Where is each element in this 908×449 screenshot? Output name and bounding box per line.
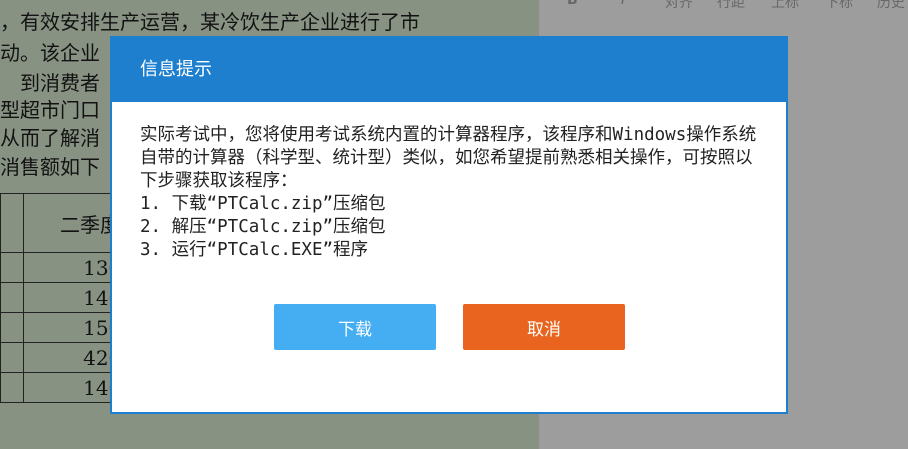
dialog-step: 3. 运行“PTCalc.EXE”程序 — [140, 240, 369, 260]
dialog-body: 实际考试中，您将使用考试系统内置的计算器程序，该程序和Windows操作系统自带… — [112, 102, 786, 262]
dialog-step: 2. 解压“PTCalc.zip”压缩包 — [140, 217, 386, 237]
dialog-step: 1. 下载“PTCalc.zip”压缩包 — [140, 194, 386, 214]
cancel-button[interactable]: 取消 — [463, 304, 625, 350]
dialog-message: 实际考试中，您将使用考试系统内置的计算器程序，该程序和Windows操作系统自带… — [140, 125, 757, 191]
info-dialog: 信息提示 实际考试中，您将使用考试系统内置的计算器程序，该程序和Windows操… — [110, 36, 788, 414]
download-button[interactable]: 下载 — [274, 304, 436, 350]
dialog-title: 信息提示 — [112, 38, 786, 102]
